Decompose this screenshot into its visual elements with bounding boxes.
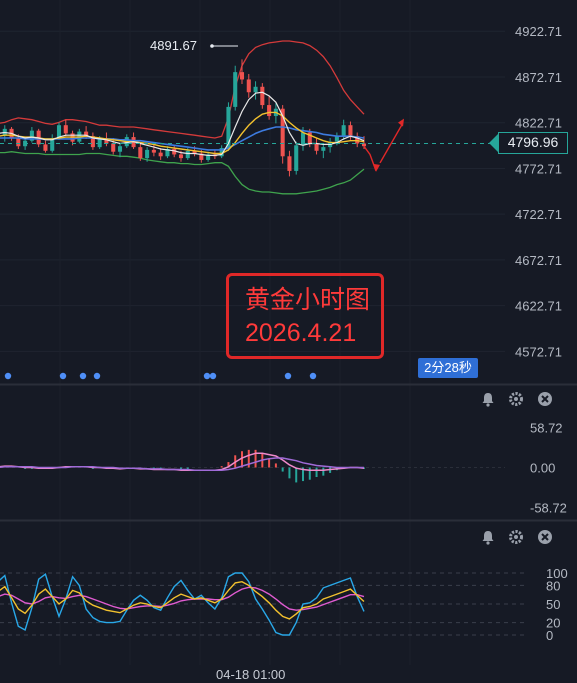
candle-body bbox=[287, 156, 292, 171]
candle-body bbox=[239, 72, 245, 80]
event-marker-dot bbox=[79, 372, 87, 380]
candle-body bbox=[16, 137, 21, 147]
last-price-tag: 4796.96 bbox=[489, 132, 568, 154]
candle-body bbox=[341, 125, 346, 137]
annotation-date: 2026.4.21 bbox=[245, 319, 357, 347]
candle-body bbox=[260, 86, 265, 106]
kdj-j-line bbox=[0, 572, 365, 636]
projection-down-arrow bbox=[363, 145, 377, 172]
candle-body bbox=[294, 145, 299, 171]
y-axis-tick-label: 4722.71 bbox=[515, 207, 562, 222]
candle-body bbox=[246, 79, 251, 93]
y-axis-tick-label: 4572.71 bbox=[515, 344, 562, 359]
peak-label: 4891.67 bbox=[150, 38, 197, 53]
candle-body bbox=[43, 144, 48, 151]
event-marker-dot bbox=[203, 372, 211, 380]
candle-body bbox=[138, 147, 143, 159]
candle-body bbox=[145, 149, 150, 159]
event-marker-dot bbox=[309, 372, 317, 380]
candle-body bbox=[56, 125, 62, 138]
bell-icon[interactable] bbox=[479, 390, 497, 408]
kdj-tick-label: 80 bbox=[546, 578, 560, 593]
projection-up-arrow bbox=[379, 124, 403, 164]
candle-body bbox=[253, 86, 258, 93]
macd-tick-label: 58.72 bbox=[530, 421, 563, 436]
x-axis-tick-label: 04-18 01:00 bbox=[216, 667, 286, 682]
candle-body bbox=[117, 146, 123, 152]
close-icon[interactable] bbox=[536, 528, 554, 546]
candle-body bbox=[314, 143, 319, 151]
y-axis-tick-label: 4922.71 bbox=[515, 24, 562, 39]
candle-body bbox=[111, 143, 116, 152]
y-axis-tick-label: 4822.71 bbox=[515, 116, 562, 131]
event-marker-dot bbox=[4, 372, 12, 380]
event-marker-dot bbox=[59, 372, 67, 380]
candle-body bbox=[63, 125, 68, 134]
candle-body bbox=[321, 147, 326, 151]
event-marker-dot bbox=[93, 372, 101, 380]
macd-tick-label: 0.00 bbox=[530, 461, 555, 476]
y-axis-tick-label: 4672.71 bbox=[515, 253, 562, 268]
macd-tick-label: -58.72 bbox=[530, 500, 567, 515]
event-marker-dot bbox=[284, 372, 292, 380]
candle-body bbox=[158, 152, 163, 157]
candle-body bbox=[348, 125, 353, 137]
peak-dot bbox=[210, 44, 214, 48]
bell-icon[interactable] bbox=[479, 528, 497, 546]
y-axis-tick-label: 4622.71 bbox=[515, 299, 562, 314]
y-axis-tick-label: 4772.71 bbox=[515, 161, 562, 176]
candle-body bbox=[178, 154, 184, 159]
candle-body bbox=[185, 150, 190, 159]
countdown-badge: 2分28秒 bbox=[418, 358, 478, 378]
candle-body bbox=[267, 105, 272, 117]
kdj-tick-label: 0 bbox=[546, 628, 553, 643]
kdj-tick-label: 50 bbox=[546, 597, 560, 612]
gear-icon[interactable] bbox=[507, 528, 525, 546]
y-axis-tick-label: 4872.71 bbox=[515, 70, 562, 85]
arrowhead bbox=[373, 163, 380, 172]
annotation-title: 黄金小时图 bbox=[245, 286, 371, 314]
bollinger-upper-line bbox=[0, 40, 365, 139]
candle-body bbox=[151, 149, 156, 153]
close-icon[interactable] bbox=[536, 390, 554, 408]
gear-icon[interactable] bbox=[507, 390, 525, 408]
annotation-box: 黄金小时图 2026.4.21 bbox=[226, 273, 384, 359]
event-marker-dot bbox=[209, 372, 217, 380]
candle-body bbox=[233, 72, 238, 107]
